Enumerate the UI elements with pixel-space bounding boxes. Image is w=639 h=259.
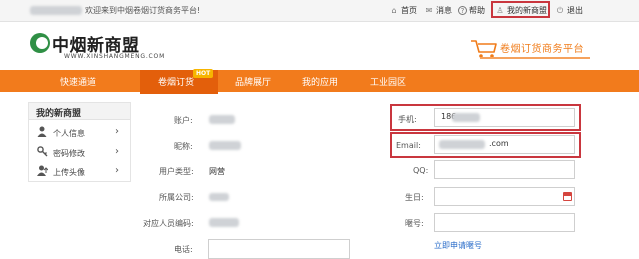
nickname-label: 昵称: (174, 142, 193, 151)
mail-icon: ✉ (425, 6, 433, 15)
slogan-underline (480, 57, 590, 59)
contact-code-label: 对应人员编码: (143, 219, 194, 228)
help-icon: ? (458, 6, 467, 15)
sidebar-item-personal-info[interactable]: 个人信息 › (29, 123, 130, 143)
logo-url: WWW.XINSHANGMENG.COM (64, 53, 166, 60)
my-xinshangmeng-label: 我的新商盟 (507, 6, 547, 15)
phone-input[interactable] (208, 239, 350, 259)
apply-alias-link[interactable]: 立即申请暱号 (434, 240, 482, 251)
messages-label: 消息 (436, 6, 452, 15)
phone-label: 电话: (174, 245, 193, 254)
home-icon: ⌂ (391, 6, 397, 15)
account-label: 账户: (174, 116, 193, 125)
home-link[interactable]: ⌂ 首页 (389, 5, 417, 16)
calendar-icon[interactable] (563, 192, 572, 201)
mobile-highlight (390, 104, 581, 131)
logout-link[interactable]: ⏻ 退出 (555, 5, 583, 16)
user-type-value: 网营 (209, 167, 225, 176)
chevron-right-icon: › (115, 146, 119, 157)
blurred-username (30, 6, 82, 15)
site-header: 中烟新商盟 WWW.XINSHANGMENG.COM 卷烟订货商务平台 (0, 22, 639, 70)
alias-input[interactable] (434, 213, 575, 232)
shopping-cart-icon (471, 40, 497, 58)
birthday-input[interactable] (434, 187, 575, 206)
email-highlight (390, 132, 581, 158)
sidebar-item-upload-avatar[interactable]: 上传头像 › (29, 162, 130, 182)
sidebar-item-password-change[interactable]: 密码修改 › (29, 143, 130, 163)
logo-icon[interactable] (30, 33, 50, 53)
nav-brand-hall[interactable]: 品牌展厅 (235, 75, 271, 88)
contact-code-value-blurred (209, 218, 239, 227)
nav-industrial-park[interactable]: 工业园区 (370, 75, 406, 88)
birthday-label: 生日: (405, 193, 424, 202)
my-xinshangmeng-link[interactable]: ♙ 我的新商盟 (495, 5, 547, 16)
upload-avatar-icon (37, 165, 49, 179)
alias-label: 暱号: (405, 219, 424, 228)
hot-badge: HOT (193, 69, 214, 78)
logout-label: 退出 (567, 6, 583, 15)
nav-quick-access[interactable]: 快速通道 (60, 75, 96, 88)
user-type-label: 用户类型: (159, 167, 194, 176)
platform-slogan: 卷烟订货商务平台 (500, 44, 584, 55)
help-link[interactable]: ? 帮助 (458, 5, 485, 16)
key-icon (37, 146, 48, 160)
qq-label: QQ: (413, 166, 429, 175)
company-label: 所属公司: (159, 193, 194, 202)
sidebar-item-label: 上传头像 (53, 168, 85, 177)
account-sidebar: 我的新商盟 个人信息 › 密码修改 › 上传头像 › (28, 102, 131, 182)
company-value-blurred (209, 193, 229, 201)
welcome-text: 欢迎来到中烟卷烟订货商务平台! (85, 6, 201, 15)
account-value-blurred (209, 115, 235, 124)
chevron-right-icon: › (115, 126, 119, 137)
qq-input[interactable] (434, 160, 575, 179)
sidebar-title: 我的新商盟 (29, 103, 130, 120)
nav-my-apps[interactable]: 我的应用 (302, 75, 338, 88)
help-label: 帮助 (469, 6, 485, 15)
nickname-value-blurred (209, 141, 241, 150)
home-label: 首页 (401, 6, 417, 15)
sidebar-item-label: 密码修改 (53, 149, 85, 158)
user-icon: ♙ (496, 6, 504, 15)
person-icon (37, 126, 47, 140)
nav-cigarette-order[interactable]: 卷烟订货 (158, 75, 194, 88)
sidebar-item-label: 个人信息 (53, 129, 85, 138)
chevron-right-icon: › (115, 165, 119, 176)
messages-link[interactable]: ✉ 消息 (424, 5, 452, 16)
logout-icon: ⏻ (556, 6, 564, 15)
